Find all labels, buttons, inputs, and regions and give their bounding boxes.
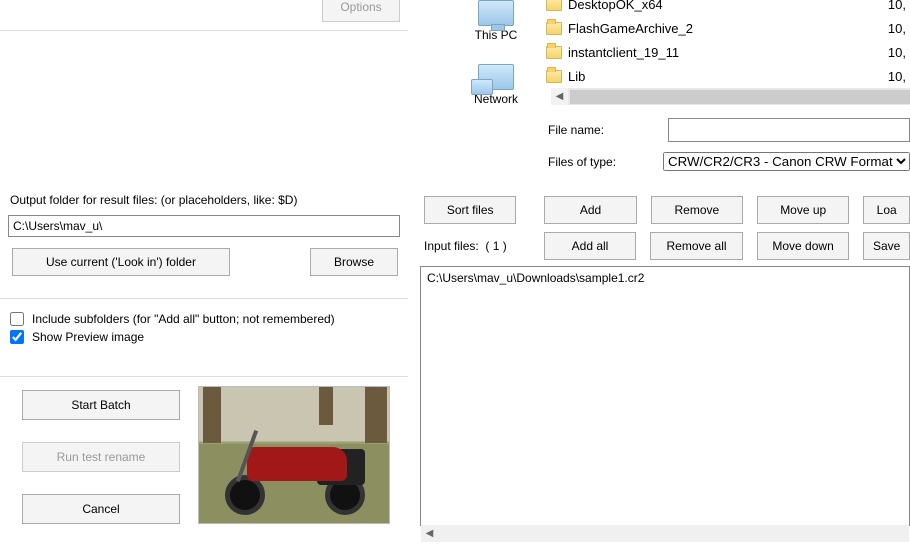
scroll-thumb[interactable] <box>570 90 910 104</box>
output-folder-label: Output folder for result files: (or plac… <box>10 193 297 207</box>
show-preview-checkbox[interactable] <box>10 330 24 344</box>
folder-row[interactable]: instantclient_19_11 10, <box>546 40 910 64</box>
use-current-folder-button[interactable]: Use current ('Look in') folder <box>12 248 230 276</box>
move-up-button[interactable]: Move up <box>757 196 849 224</box>
include-subfolders-checkbox[interactable] <box>10 312 24 326</box>
folder-name: FlashGameArchive_2 <box>568 21 693 36</box>
run-test-rename-button: Run test rename <box>22 442 180 472</box>
file-browser-list[interactable]: DesktopOK_x64 10, FlashGameArchive_2 10,… <box>546 0 910 88</box>
folder-date: 10, <box>888 45 906 60</box>
this-pc-icon[interactable] <box>478 0 514 26</box>
add-all-button[interactable]: Add all <box>544 232 637 260</box>
input-files-list[interactable]: C:\Users\mav_u\Downloads\sample1.cr2 <box>420 266 910 526</box>
file-browser-scrollbar[interactable]: ◀ <box>551 88 910 105</box>
include-subfolders-label: Include subfolders (for "Add all" button… <box>32 312 335 326</box>
file-type-select[interactable]: CRW/CR2/CR3 - Canon CRW Format <box>663 152 910 171</box>
remove-all-button[interactable]: Remove all <box>650 232 743 260</box>
scroll-left-icon[interactable]: ◀ <box>551 88 568 105</box>
list-item[interactable]: C:\Users\mav_u\Downloads\sample1.cr2 <box>427 271 903 285</box>
folder-row[interactable]: FlashGameArchive_2 10, <box>546 16 910 40</box>
output-folder-input[interactable] <box>8 215 400 237</box>
file-name-label: File name: <box>548 123 658 137</box>
move-down-button[interactable]: Move down <box>757 232 850 260</box>
folder-name: Lib <box>568 69 585 84</box>
folder-name: instantclient_19_11 <box>568 45 679 60</box>
folder-name: DesktopOK_x64 <box>568 0 663 12</box>
start-batch-button[interactable]: Start Batch <box>22 390 180 420</box>
show-preview-label: Show Preview image <box>32 330 144 344</box>
divider <box>0 298 408 299</box>
add-button[interactable]: Add <box>544 196 636 224</box>
input-files-scrollbar[interactable]: ◀ <box>421 525 909 542</box>
left-panel: Options Output folder for result files: … <box>0 0 408 552</box>
file-type-label: Files of type: <box>548 155 653 169</box>
save-button[interactable]: Save <box>863 232 910 260</box>
right-panel: This PC Network DesktopOK_x64 10, FlashG… <box>416 0 910 552</box>
folder-date: 10, <box>888 0 906 12</box>
divider <box>0 376 408 377</box>
folder-date: 10, <box>888 21 906 36</box>
divider <box>0 30 408 31</box>
sort-files-button[interactable]: Sort files <box>424 196 516 224</box>
remove-button[interactable]: Remove <box>651 196 743 224</box>
folder-row[interactable]: Lib 10, <box>546 64 910 88</box>
folder-icon <box>546 70 562 83</box>
input-files-label: Input files: ( 1 ) <box>424 232 516 260</box>
browse-button[interactable]: Browse <box>310 248 398 276</box>
preview-image <box>198 386 390 524</box>
network-label[interactable]: Network <box>446 92 546 106</box>
options-button: Options <box>322 0 400 22</box>
folder-date: 10, <box>888 69 906 84</box>
folder-icon <box>546 22 562 35</box>
cancel-button[interactable]: Cancel <box>22 494 180 524</box>
input-files-count: ( 1 ) <box>485 239 506 253</box>
folder-row[interactable]: DesktopOK_x64 10, <box>546 0 910 16</box>
load-button[interactable]: Loa <box>863 196 910 224</box>
folder-icon <box>546 46 562 59</box>
file-name-input[interactable] <box>668 118 910 142</box>
network-icon[interactable] <box>478 64 514 90</box>
scroll-left-icon[interactable]: ◀ <box>421 525 438 542</box>
folder-icon <box>546 0 562 11</box>
